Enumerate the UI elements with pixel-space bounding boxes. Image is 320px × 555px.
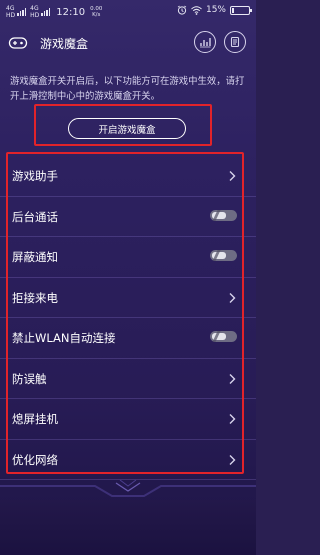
setting-label: 禁止WLAN自动连接 [12, 331, 116, 345]
alarm-icon [177, 5, 187, 15]
document-button[interactable] [224, 31, 246, 53]
stats-button[interactable] [194, 31, 216, 53]
setting-row[interactable]: 游戏助手 [0, 156, 256, 197]
header: 游戏魔盒 [0, 28, 256, 58]
setting-label: 优化网络 [12, 452, 58, 467]
footer-decoration-icon [0, 479, 256, 497]
setting-label: 游戏助手 [12, 169, 58, 183]
signal-2: 4G HD [30, 5, 40, 19]
network-speed: 0.00 K/s [90, 6, 103, 18]
toggle-switch[interactable] [210, 331, 237, 342]
setting-label: 后台通话 [12, 209, 58, 224]
document-icon [230, 36, 240, 48]
chevron-right-icon [229, 414, 236, 424]
battery-percent: 15% [205, 5, 226, 15]
status-right: 15% [177, 5, 252, 15]
chevron-right-icon [229, 292, 236, 303]
battery-icon [230, 5, 252, 15]
setting-row[interactable]: 熄屏挂机 [0, 399, 256, 440]
chevron-right-icon [229, 171, 236, 181]
signal-bars-2-icon [41, 8, 51, 16]
setting-label: 拒接来电 [12, 290, 58, 305]
setting-row[interactable]: 拒接来电 [0, 278, 256, 318]
chevron-right-icon [229, 373, 236, 384]
setting-label: 屏蔽通知 [12, 250, 58, 264]
setting-row[interactable]: 禁止WLAN自动连接 [0, 318, 256, 359]
chevron-right-icon [229, 454, 236, 465]
setting-row[interactable]: 优化网络 [0, 440, 256, 480]
chart-icon [200, 38, 211, 48]
setting-row[interactable]: 屏蔽通知 [0, 237, 256, 278]
description-text: 游戏魔盒开关开启后，以下功能方可在游戏中生效，请打开上滑控制中心中的游戏魔盒开关… [10, 76, 245, 102]
setting-label: 熄屏挂机 [12, 412, 58, 426]
toggle-switch[interactable] [210, 250, 237, 261]
settings-list: 游戏助手后台通话屏蔽通知拒接来电禁止WLAN自动连接 防误触熄屏挂机优化网络 [0, 156, 256, 480]
status-bar: 4G HD 4G HD 12:10 0.00 K/s 15% [0, 0, 256, 22]
setting-label: 防误触 [12, 371, 47, 386]
signal-bars-1-icon [17, 8, 27, 16]
game-box-screen: 4G HD 4G HD 12:10 0.00 K/s 15% 游戏魔盒 游戏魔盒… [0, 0, 256, 555]
status-time: 12:10 [56, 6, 86, 18]
wifi-icon [191, 5, 202, 15]
setting-row[interactable]: 防误触 [0, 359, 256, 399]
bottom-area [0, 500, 256, 555]
gamepad-icon[interactable] [8, 33, 28, 53]
battery-fill [232, 7, 235, 13]
toggle-switch[interactable] [210, 209, 237, 221]
setting-row[interactable]: 后台通话 [0, 197, 256, 237]
signal-1: 4G HD [6, 5, 16, 19]
open-game-box-button[interactable]: 开启游戏魔盒 [68, 118, 186, 139]
page-title: 游戏魔盒 [40, 37, 89, 51]
status-left: 4G HD 4G HD 12:10 0.00 K/s [6, 5, 102, 19]
